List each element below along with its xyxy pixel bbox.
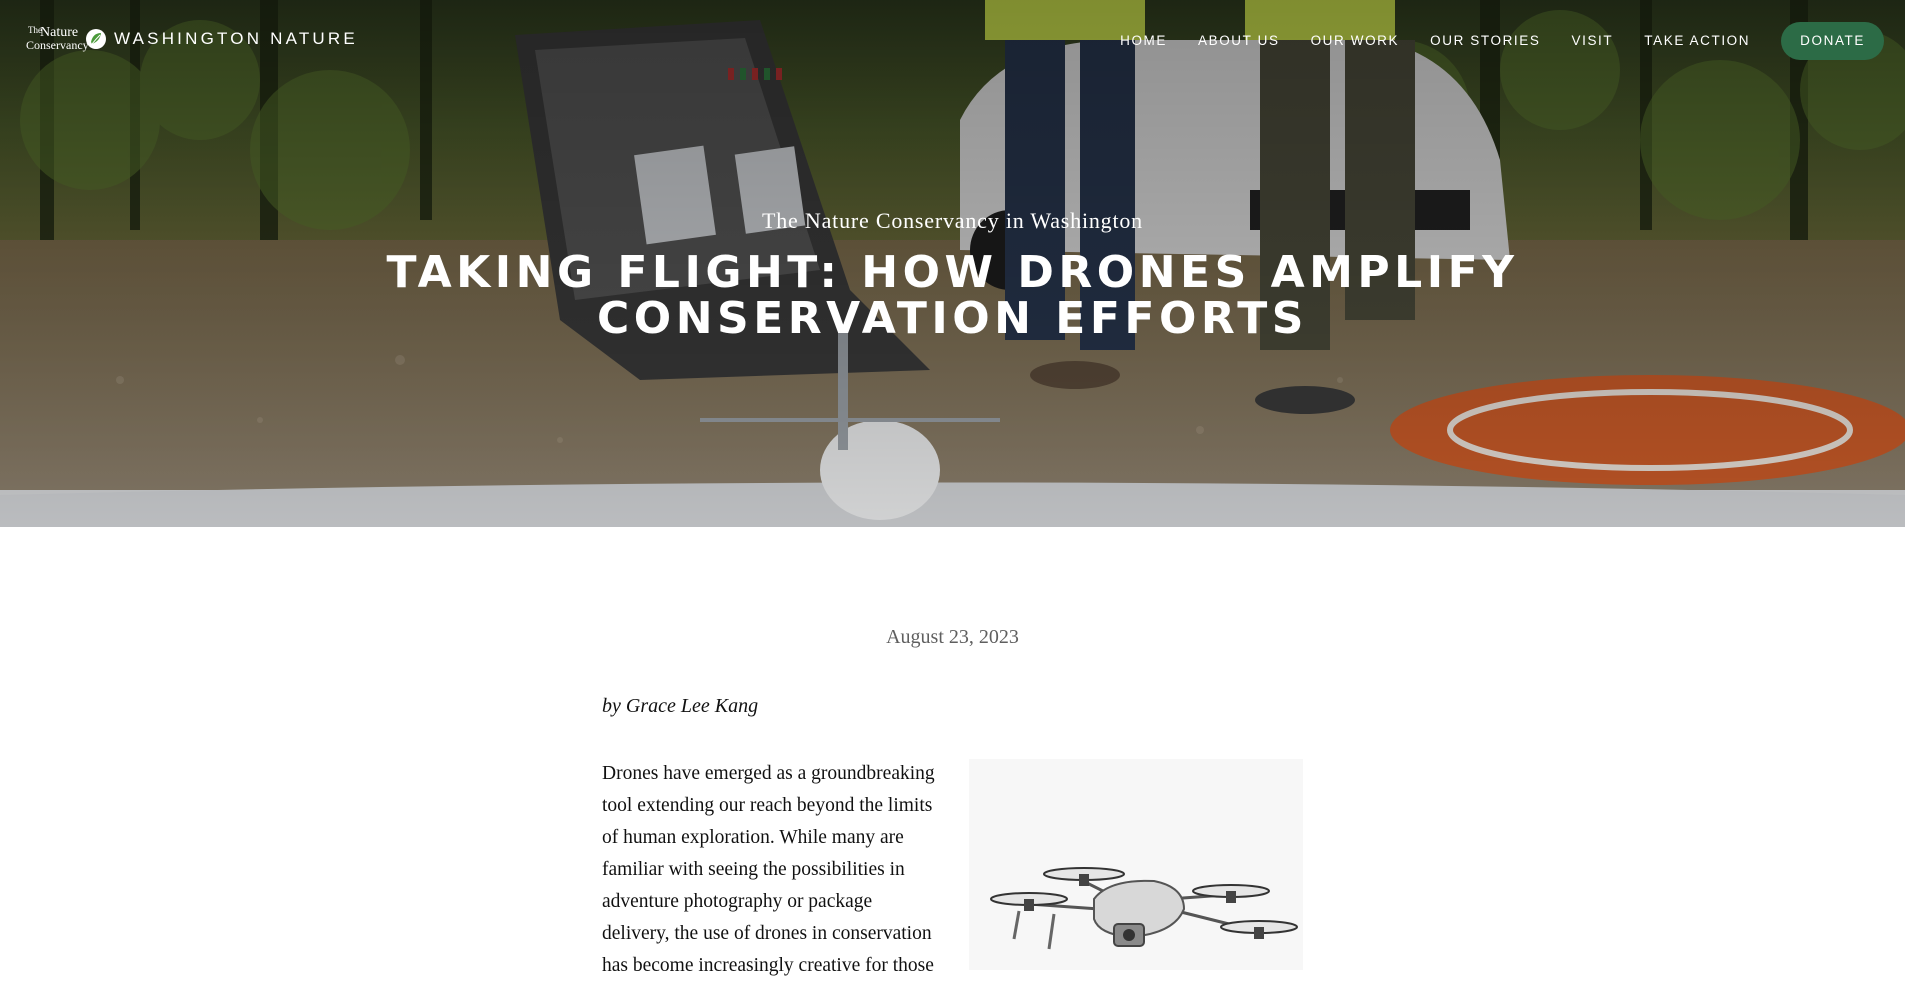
page-title-line-1: TAKING FLIGHT: HOW DRONES AMPLIFY: [386, 247, 1519, 298]
donate-button[interactable]: DONATE: [1781, 22, 1884, 60]
nav-our-stories[interactable]: OUR STORIES: [1430, 22, 1540, 60]
logo-conservancy: Conservancy: [26, 38, 89, 52]
nav-about-us[interactable]: ABOUT US: [1198, 22, 1280, 60]
leaf-icon: [86, 29, 106, 49]
tnc-logo[interactable]: The Nature Conservancy: [26, 24, 106, 54]
article-byline: by Grace Lee Kang: [602, 695, 759, 717]
article-paragraph: Drones have emerged as a groundbreaking …: [602, 763, 935, 976]
page-title: TAKING FLIGHT: HOW DRONES AMPLIFY CONSER…: [0, 250, 1905, 342]
drone-icon: [990, 867, 1298, 950]
nav-our-work[interactable]: OUR WORK: [1311, 22, 1400, 60]
page-title-line-2: CONSERVATION EFFORTS: [597, 293, 1308, 344]
nav-home[interactable]: HOME: [1120, 22, 1167, 60]
main-nav: HOME ABOUT US OUR WORK OUR STORIES VISIT…: [1120, 22, 1884, 60]
drone-illustration: [969, 759, 1303, 970]
site-name[interactable]: WASHINGTON NATURE: [114, 29, 358, 49]
brand[interactable]: The Nature Conservancy WASHINGTON NATURE: [26, 24, 358, 54]
nav-take-action[interactable]: TAKE ACTION: [1644, 22, 1750, 60]
site-header: The Nature Conservancy WASHINGTON NATURE…: [0, 0, 1905, 82]
nav-visit[interactable]: VISIT: [1572, 22, 1614, 60]
hero-kicker: The Nature Conservancy in Washington: [762, 208, 1143, 233]
article-date: August 23, 2023: [886, 626, 1019, 648]
